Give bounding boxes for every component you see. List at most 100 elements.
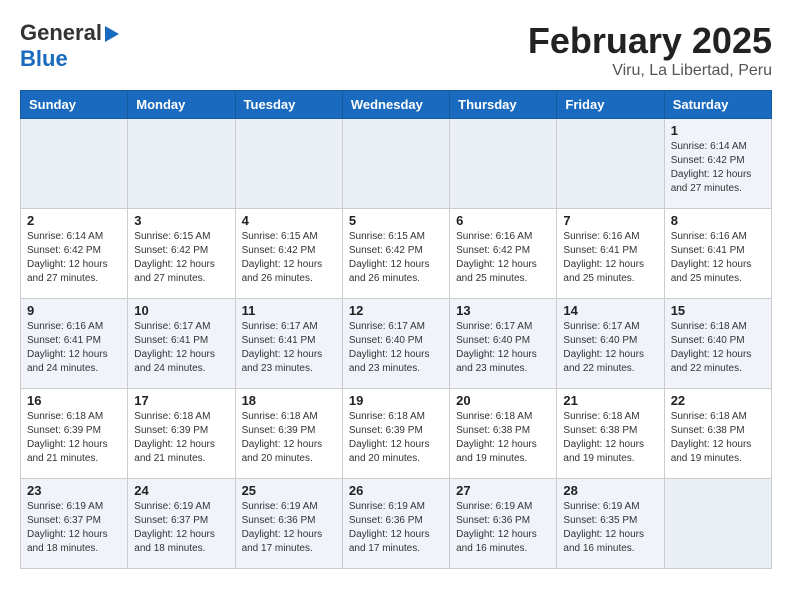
- day-info: Sunrise: 6:18 AM Sunset: 6:38 PM Dayligh…: [563, 410, 657, 466]
- day-number: 16: [27, 393, 121, 408]
- day-info: Sunrise: 6:18 AM Sunset: 6:38 PM Dayligh…: [456, 410, 550, 466]
- day-number: 13: [456, 303, 550, 318]
- calendar-cell: 1 Sunrise: 6:14 AM Sunset: 6:42 PM Daylig…: [664, 119, 771, 209]
- calendar-cell: 8Sunrise: 6:16 AM Sunset: 6:41 PM Daylig…: [664, 209, 771, 299]
- calendar-cell: 20 Sunrise: 6:18 AM Sunset: 6:38 PM Dayli…: [450, 389, 557, 479]
- calendar-cell: 12 Sunrise: 6:17 AM Sunset: 6:40 PM Dayli…: [342, 299, 449, 389]
- calendar-cell: 5 Sunrise: 6:15 AM Sunset: 6:42 PM Daylig…: [342, 209, 449, 299]
- logo-blue: Blue: [20, 46, 68, 71]
- day-info: Sunrise: 6:17 AM Sunset: 6:40 PM Dayligh…: [349, 320, 443, 376]
- day-number: 5: [349, 213, 443, 228]
- day-info: Sunrise: 6:16 AM Sunset: 6:41 PM Dayligh…: [27, 320, 121, 376]
- weekday-header-saturday: Saturday: [664, 91, 771, 119]
- day-number: 7: [563, 213, 657, 228]
- location-subtitle: Viru, La Libertad, Peru: [528, 62, 772, 80]
- calendar-cell: 22 Sunrise: 6:18 AM Sunset: 6:38 PM Dayli…: [664, 389, 771, 479]
- calendar-cell: [21, 119, 128, 209]
- calendar-cell: [557, 119, 664, 209]
- day-number: 12: [349, 303, 443, 318]
- calendar-cell: 7 Sunrise: 6:16 AM Sunset: 6:41 PM Daylig…: [557, 209, 664, 299]
- calendar-cell: 18 Sunrise: 6:18 AM Sunset: 6:39 PM Dayli…: [235, 389, 342, 479]
- day-number: 6: [456, 213, 550, 228]
- day-info: Sunrise: 6:14 AM Sunset: 6:42 PM Dayligh…: [27, 230, 121, 286]
- day-number: 25: [242, 483, 336, 498]
- day-info: Sunrise: 6:16 AM Sunset: 6:41 PM Dayligh…: [563, 230, 657, 286]
- day-info: Sunrise: 6:17 AM Sunset: 6:40 PM Dayligh…: [456, 320, 550, 376]
- day-number: 18: [242, 393, 336, 408]
- logo-arrow-icon: [105, 26, 119, 42]
- calendar-cell: 2 Sunrise: 6:14 AM Sunset: 6:42 PM Daylig…: [21, 209, 128, 299]
- calendar-cell: 16 Sunrise: 6:18 AM Sunset: 6:39 PM Dayli…: [21, 389, 128, 479]
- calendar-cell: 21 Sunrise: 6:18 AM Sunset: 6:38 PM Dayli…: [557, 389, 664, 479]
- logo-general: General: [20, 20, 102, 46]
- day-info: Sunrise: 6:18 AM Sunset: 6:39 PM Dayligh…: [27, 410, 121, 466]
- calendar-cell: 24Sunrise: 6:19 AM Sunset: 6:37 PM Dayli…: [128, 479, 235, 569]
- day-number: 14: [563, 303, 657, 318]
- calendar-cell: 14 Sunrise: 6:17 AM Sunset: 6:40 PM Dayli…: [557, 299, 664, 389]
- calendar-cell: 3 Sunrise: 6:15 AM Sunset: 6:42 PM Daylig…: [128, 209, 235, 299]
- calendar-cell: [342, 119, 449, 209]
- day-number: 10: [134, 303, 228, 318]
- calendar-header-row: SundayMondayTuesdayWednesdayThursdayFrid…: [21, 91, 772, 119]
- day-info: Sunrise: 6:16 AM Sunset: 6:41 PM Dayligh…: [671, 230, 765, 286]
- day-number: 22: [671, 393, 765, 408]
- calendar-week-row: 9 Sunrise: 6:16 AM Sunset: 6:41 PM Daylig…: [21, 299, 772, 389]
- weekday-header-tuesday: Tuesday: [235, 91, 342, 119]
- month-title: February 2025: [528, 20, 772, 62]
- calendar-cell: [664, 479, 771, 569]
- calendar-cell: 10 Sunrise: 6:17 AM Sunset: 6:41 PM Dayli…: [128, 299, 235, 389]
- day-info: Sunrise: 6:16 AM Sunset: 6:42 PM Dayligh…: [456, 230, 550, 286]
- day-number: 28: [563, 483, 657, 498]
- day-info: Sunrise: 6:17 AM Sunset: 6:41 PM Dayligh…: [134, 320, 228, 376]
- day-info: Sunrise: 6:19 AM Sunset: 6:36 PM Dayligh…: [456, 500, 550, 556]
- day-number: 20: [456, 393, 550, 408]
- weekday-header-wednesday: Wednesday: [342, 91, 449, 119]
- day-info: Sunrise: 6:19 AM Sunset: 6:37 PM Dayligh…: [27, 500, 121, 556]
- day-info: Sunrise: 6:18 AM Sunset: 6:38 PM Dayligh…: [671, 410, 765, 466]
- calendar-cell: 27Sunrise: 6:19 AM Sunset: 6:36 PM Dayli…: [450, 479, 557, 569]
- calendar-cell: [235, 119, 342, 209]
- page-header: General Blue February 2025 Viru, La Libe…: [20, 20, 772, 80]
- logo: General Blue: [20, 20, 119, 72]
- day-number: 23: [27, 483, 121, 498]
- day-info: Sunrise: 6:18 AM Sunset: 6:39 PM Dayligh…: [134, 410, 228, 466]
- calendar-cell: 13 Sunrise: 6:17 AM Sunset: 6:40 PM Dayli…: [450, 299, 557, 389]
- day-info: Sunrise: 6:15 AM Sunset: 6:42 PM Dayligh…: [134, 230, 228, 286]
- day-number: 1: [671, 123, 765, 138]
- calendar-cell: 17 Sunrise: 6:18 AM Sunset: 6:39 PM Dayli…: [128, 389, 235, 479]
- day-info: Sunrise: 6:18 AM Sunset: 6:39 PM Dayligh…: [242, 410, 336, 466]
- calendar-cell: 15 Sunrise: 6:18 AM Sunset: 6:40 PM Dayli…: [664, 299, 771, 389]
- day-info: Sunrise: 6:19 AM Sunset: 6:36 PM Dayligh…: [349, 500, 443, 556]
- day-number: 19: [349, 393, 443, 408]
- calendar-cell: 6 Sunrise: 6:16 AM Sunset: 6:42 PM Daylig…: [450, 209, 557, 299]
- calendar-cell: 19 Sunrise: 6:18 AM Sunset: 6:39 PM Dayli…: [342, 389, 449, 479]
- day-info: Sunrise: 6:18 AM Sunset: 6:40 PM Dayligh…: [671, 320, 765, 376]
- calendar-cell: 25Sunrise: 6:19 AM Sunset: 6:36 PM Dayli…: [235, 479, 342, 569]
- day-info: Sunrise: 6:19 AM Sunset: 6:35 PM Dayligh…: [563, 500, 657, 556]
- weekday-header-sunday: Sunday: [21, 91, 128, 119]
- day-number: 3: [134, 213, 228, 228]
- day-number: 17: [134, 393, 228, 408]
- day-number: 2: [27, 213, 121, 228]
- calendar-cell: [128, 119, 235, 209]
- day-info: Sunrise: 6:15 AM Sunset: 6:42 PM Dayligh…: [349, 230, 443, 286]
- title-block: February 2025 Viru, La Libertad, Peru: [528, 20, 772, 80]
- calendar-table: SundayMondayTuesdayWednesdayThursdayFrid…: [20, 90, 772, 569]
- calendar-cell: 28 Sunrise: 6:19 AM Sunset: 6:35 PM Dayli…: [557, 479, 664, 569]
- day-number: 9: [27, 303, 121, 318]
- calendar-week-row: 2 Sunrise: 6:14 AM Sunset: 6:42 PM Daylig…: [21, 209, 772, 299]
- calendar-week-row: 23 Sunrise: 6:19 AM Sunset: 6:37 PM Dayli…: [21, 479, 772, 569]
- calendar-cell: [450, 119, 557, 209]
- day-number: 21: [563, 393, 657, 408]
- day-info: Sunrise: 6:18 AM Sunset: 6:39 PM Dayligh…: [349, 410, 443, 466]
- day-number: 26: [349, 483, 443, 498]
- calendar-cell: 9 Sunrise: 6:16 AM Sunset: 6:41 PM Daylig…: [21, 299, 128, 389]
- calendar-cell: 26 Sunrise: 6:19 AM Sunset: 6:36 PM Dayli…: [342, 479, 449, 569]
- day-info: Sunrise: 6:17 AM Sunset: 6:41 PM Dayligh…: [242, 320, 336, 376]
- calendar-week-row: 1 Sunrise: 6:14 AM Sunset: 6:42 PM Daylig…: [21, 119, 772, 209]
- day-info: Sunrise: 6:14 AM Sunset: 6:42 PM Dayligh…: [671, 140, 765, 196]
- day-number: 15: [671, 303, 765, 318]
- day-info: Sunrise: 6:17 AM Sunset: 6:40 PM Dayligh…: [563, 320, 657, 376]
- day-info: Sunrise: 6:19 AM Sunset: 6:37 PM Dayligh…: [134, 500, 228, 556]
- calendar-cell: 4Sunrise: 6:15 AM Sunset: 6:42 PM Daylig…: [235, 209, 342, 299]
